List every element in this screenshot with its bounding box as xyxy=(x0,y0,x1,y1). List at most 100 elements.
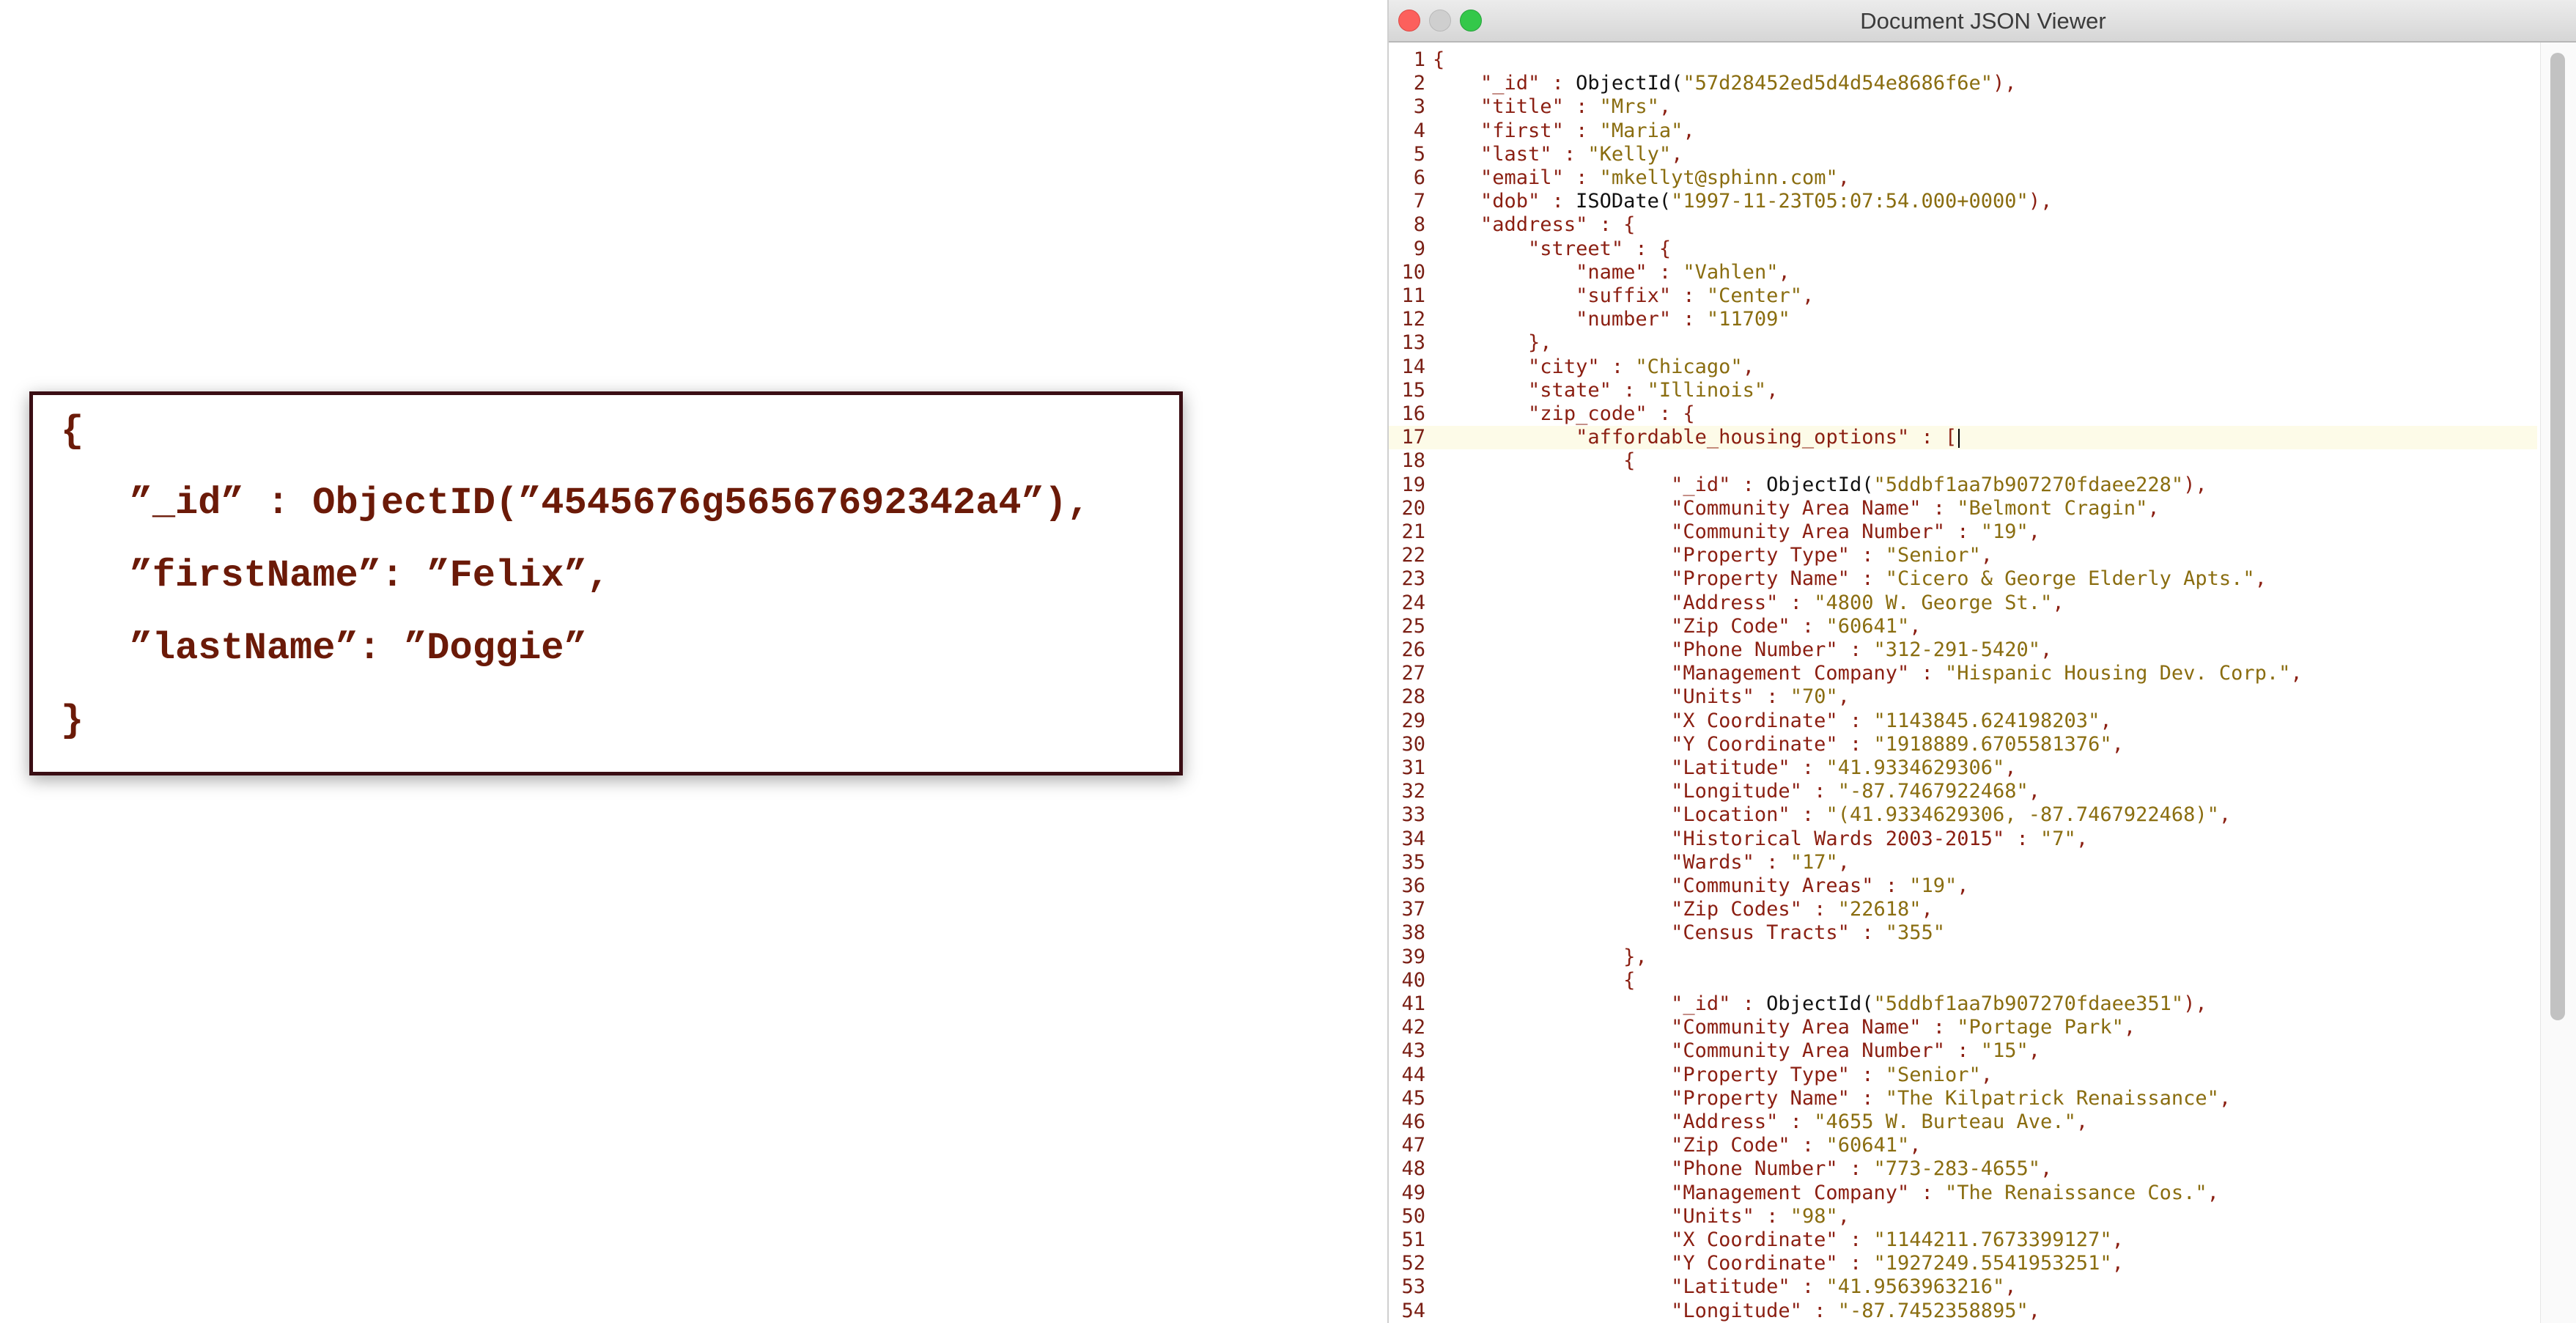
code-line[interactable]: 26 "Phone Number" : "312-291-5420", xyxy=(1389,638,2537,662)
code-line[interactable]: 32 "Longitude" : "-87.7467922468", xyxy=(1389,780,2537,803)
code-token: "Zip Code" xyxy=(1671,614,1790,638)
code-line[interactable]: 41 "_id" : ObjectId("5ddbf1aa7b907270fda… xyxy=(1389,992,2537,1016)
card-code-line: { xyxy=(61,410,84,453)
code-text: { xyxy=(1433,969,1635,992)
code-line[interactable]: 29 "X Coordinate" : "1143845.624198203", xyxy=(1389,710,2537,733)
code-token: , xyxy=(1909,614,1922,638)
code-token: : xyxy=(1849,1086,1886,1110)
code-line[interactable]: 28 "Units" : "70", xyxy=(1389,685,2537,709)
code-line[interactable]: 11 "suffix" : "Center", xyxy=(1389,284,2537,308)
code-line[interactable]: 35 "Wards" : "17", xyxy=(1389,851,2537,874)
code-line[interactable]: 38 "Census Tracts" : "355" xyxy=(1389,921,2537,945)
code-line[interactable]: 6 "email" : "mkellyt@sphinn.com", xyxy=(1389,166,2537,190)
code-token: "Management Company" xyxy=(1671,662,1910,685)
code-line[interactable]: 12 "number" : "11709" xyxy=(1389,308,2537,331)
code-token: ), xyxy=(1993,72,2017,95)
code-line[interactable]: 37 "Zip Codes" : "22618", xyxy=(1389,898,2537,921)
code-token: "Community Areas" xyxy=(1671,874,1874,897)
line-number: 34 xyxy=(1401,827,1425,850)
line-number: 22 xyxy=(1401,544,1425,567)
code-token: ObjectId( xyxy=(1766,992,1874,1015)
card-code-line: ”_id” : ObjectID(”4545676g56567692342a4”… xyxy=(61,482,1090,525)
code-line[interactable]: 45 "Property Name" : "The Kilpatrick Ren… xyxy=(1389,1087,2537,1110)
code-text: "Longitude" : "-87.7467922468", xyxy=(1433,780,2040,803)
code-line[interactable]: 23 "Property Name" : "Cicero & George El… xyxy=(1389,567,2537,591)
code-token: "Property Name" xyxy=(1671,567,1850,591)
code-line[interactable]: 13 }, xyxy=(1389,331,2537,355)
code-line[interactable]: 24 "Address" : "4800 W. George St.", xyxy=(1389,592,2537,615)
code-token: ), xyxy=(2183,992,2207,1015)
code-token: , xyxy=(2028,520,2041,543)
code-token: "60641" xyxy=(1826,1134,1910,1157)
code-line[interactable]: 50 "Units" : "98", xyxy=(1389,1205,2537,1228)
code-line[interactable]: 43 "Community Area Number" : "15", xyxy=(1389,1039,2537,1063)
code-token: "Longitude" xyxy=(1671,780,1802,803)
code-line[interactable]: 54 "Longitude" : "-87.7452358895", xyxy=(1389,1300,2537,1323)
code-line[interactable]: 14 "city" : "Chicago", xyxy=(1389,355,2537,379)
code-line[interactable]: 5 "last" : "Kelly", xyxy=(1389,143,2537,166)
code-token: : xyxy=(1849,544,1886,567)
code-token: "street" xyxy=(1528,237,1624,260)
code-token: "Vahlen" xyxy=(1683,260,1779,284)
code-line[interactable]: 16 "zip_code" : { xyxy=(1389,402,2537,426)
code-line[interactable]: 15 "state" : "Illinois", xyxy=(1389,379,2537,402)
code-line[interactable]: 44 "Property Type" : "Senior", xyxy=(1389,1064,2537,1087)
code-line[interactable]: 4 "first" : "Maria", xyxy=(1389,119,2537,143)
vertical-scrollbar[interactable] xyxy=(2540,43,2576,1323)
line-number: 48 xyxy=(1401,1157,1425,1181)
code-line[interactable]: 19 "_id" : ObjectId("5ddbf1aa7b907270fda… xyxy=(1389,473,2537,497)
code-line[interactable]: 36 "Community Areas" : "19", xyxy=(1389,874,2537,898)
text-cursor xyxy=(1958,428,1960,448)
title-bar[interactable]: Document JSON Viewer xyxy=(1389,0,2576,43)
code-line[interactable]: 34 "Historical Wards 2003-2015" : "7", xyxy=(1389,828,2537,851)
code-token: , xyxy=(2123,1016,2136,1039)
code-token: "-87.7452358895" xyxy=(1837,1299,2029,1322)
code-line[interactable]: 47 "Zip Code" : "60641", xyxy=(1389,1134,2537,1157)
code-token: : xyxy=(1540,190,1576,213)
code-line[interactable]: 22 "Property Type" : "Senior", xyxy=(1389,544,2537,567)
code-editor[interactable]: 1{2 "_id" : ObjectId("57d28452ed5d4d54e8… xyxy=(1389,43,2537,1323)
code-line[interactable]: 49 "Management Company" : "The Renaissan… xyxy=(1389,1182,2537,1205)
code-line[interactable]: 7 "dob" : ISODate("1997-11-23T05:07:54.0… xyxy=(1389,190,2537,213)
code-line[interactable]: 48 "Phone Number" : "773-283-4655", xyxy=(1389,1157,2537,1181)
code-line[interactable]: 51 "X Coordinate" : "1144211.7673399127"… xyxy=(1389,1228,2537,1252)
code-line[interactable]: 40 { xyxy=(1389,969,2537,992)
code-text: "X Coordinate" : "1144211.7673399127", xyxy=(1433,1228,2124,1252)
code-line[interactable]: 3 "title" : "Mrs", xyxy=(1389,95,2537,119)
code-line[interactable]: 33 "Location" : "(41.9334629306, -87.746… xyxy=(1389,803,2537,827)
code-line[interactable]: 31 "Latitude" : "41.9334629306", xyxy=(1389,756,2537,780)
code-token: ObjectId( xyxy=(1576,72,1683,95)
code-token: : xyxy=(1563,95,1600,119)
code-line[interactable]: 52 "Y Coordinate" : "1927249.5541953251"… xyxy=(1389,1252,2537,1275)
code-token: "Community Area Name" xyxy=(1671,1016,1922,1039)
line-number: 32 xyxy=(1401,780,1425,803)
code-line[interactable]: 20 "Community Area Name" : "Belmont Crag… xyxy=(1389,497,2537,520)
code-line[interactable]: 30 "Y Coordinate" : "1918889.6705581376"… xyxy=(1389,733,2537,756)
code-line[interactable]: 21 "Community Area Number" : "19", xyxy=(1389,520,2537,544)
code-token: , xyxy=(2040,1157,2053,1181)
code-token: "Zip Code" xyxy=(1671,1134,1790,1157)
line-number: 8 xyxy=(1413,213,1425,237)
code-token: : xyxy=(1909,1181,1945,1204)
scrollbar-thumb[interactable] xyxy=(2550,53,2565,1020)
code-line[interactable]: 18 { xyxy=(1389,449,2537,473)
code-token: , xyxy=(2290,662,2303,685)
code-line[interactable]: 27 "Management Company" : "Hispanic Hous… xyxy=(1389,662,2537,685)
code-line[interactable]: 25 "Zip Code" : "60641", xyxy=(1389,615,2537,638)
code-line[interactable]: 17 "affordable_housing_options" : [ xyxy=(1389,426,2537,450)
code-line[interactable]: 39 }, xyxy=(1389,946,2537,969)
line-number: 28 xyxy=(1401,685,1425,709)
code-line[interactable]: 10 "name" : "Vahlen", xyxy=(1389,261,2537,284)
code-line[interactable]: 9 "street" : { xyxy=(1389,237,2537,261)
code-line[interactable]: 8 "address" : { xyxy=(1389,213,2537,237)
code-line[interactable]: 42 "Community Area Name" : "Portage Park… xyxy=(1389,1016,2537,1039)
code-line[interactable]: 46 "Address" : "4655 W. Burteau Ave.", xyxy=(1389,1110,2537,1134)
code-token: "name" xyxy=(1576,260,1647,284)
code-line[interactable]: 2 "_id" : ObjectId("57d28452ed5d4d54e868… xyxy=(1389,72,2537,95)
code-line[interactable]: 53 "Latitude" : "41.9563963216", xyxy=(1389,1275,2537,1299)
code-line[interactable]: 1{ xyxy=(1389,48,2537,72)
